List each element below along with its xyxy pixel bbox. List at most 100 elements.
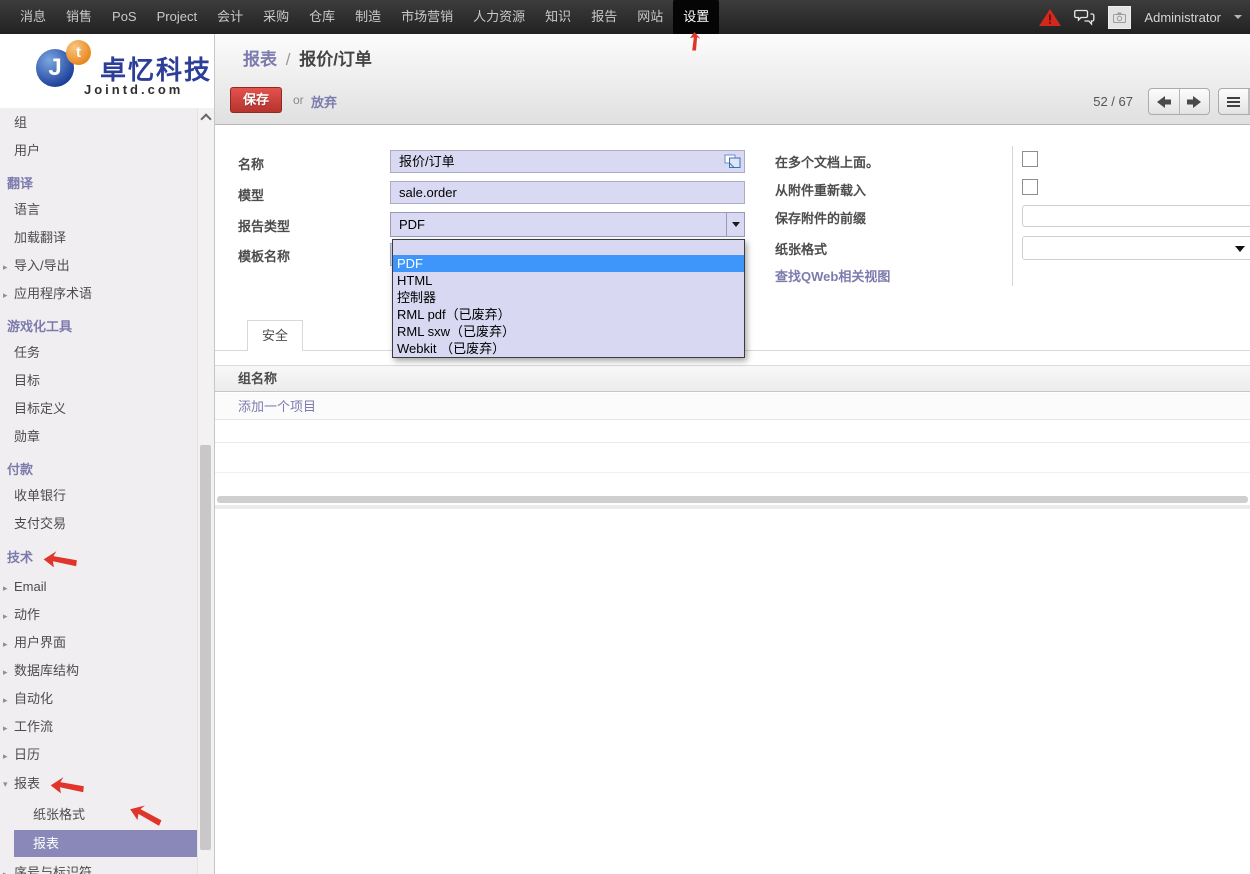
sidebar-item[interactable]: ▸日历 — [0, 740, 197, 768]
topbar-menu-item[interactable]: 制造 — [345, 0, 391, 34]
sidebar-item[interactable]: ▸导入/导出 — [0, 251, 197, 279]
paper-format-combobox[interactable] — [1022, 236, 1250, 260]
sidebar-item[interactable]: ▸ 序号与标识符 — [0, 858, 197, 874]
dropdown-option[interactable]: RML sxw（已废弃） — [393, 323, 744, 340]
left-panel: J t 卓忆科技 Jointd.com 组用户翻译语言加载翻译▸导入/导出▸应用… — [0, 34, 215, 874]
sidebar-item[interactable]: 勋章 — [0, 422, 197, 450]
breadcrumb-section-link[interactable]: 报表 — [243, 50, 277, 69]
sidebar-label: 报表 — [14, 776, 40, 791]
topbar-menu-item[interactable]: 设置 — [673, 0, 719, 34]
topbar-menu-item[interactable]: Project — [147, 0, 207, 34]
annotation-arrow — [127, 798, 166, 829]
warning-icon[interactable] — [1039, 9, 1061, 26]
topbar-menu-item[interactable]: 仓库 — [299, 0, 345, 34]
dropdown-option[interactable]: HTML — [393, 272, 744, 289]
dropdown-option[interactable]: 控制器 — [393, 289, 744, 306]
tab-security[interactable]: 安全 — [247, 320, 303, 351]
sidebar-item[interactable]: 加载翻译 — [0, 223, 197, 251]
sidebar-item[interactable]: 用户 — [0, 136, 197, 164]
topbar-menu-item[interactable]: PoS — [102, 0, 147, 34]
sidebar-subitem[interactable]: 报表 — [14, 830, 197, 857]
attachment-prefix-input[interactable] — [1022, 205, 1250, 227]
topbar-menu-item[interactable]: 消息 — [10, 0, 56, 34]
model-input[interactable]: sale.order — [390, 181, 745, 204]
report-type-label: 报告类型 — [238, 216, 290, 235]
sidebar-section-header: 技术 — [0, 537, 197, 572]
topbar-menu-item[interactable]: 人力资源 — [463, 0, 535, 34]
sidebar-item[interactable]: 收单银行 — [0, 481, 197, 509]
avatar[interactable] — [1108, 6, 1131, 29]
sidebar-item[interactable]: 支付交易 — [0, 509, 197, 537]
sidebar-item[interactable]: 组 — [0, 108, 197, 136]
sidebar-label: 组 — [14, 115, 27, 130]
or-text: or — [293, 93, 304, 107]
multi-doc-checkbox[interactable] — [1022, 151, 1038, 167]
sidebar-section-header: 付款 — [0, 450, 197, 481]
sidebar-item[interactable]: 目标 — [0, 366, 197, 394]
next-icon — [1183, 91, 1205, 113]
sidebar-label: 加载翻译 — [14, 230, 66, 245]
dropdown-option[interactable] — [393, 240, 744, 255]
sidebar-label: 游戏化工具 — [7, 319, 72, 334]
scroll-up-icon[interactable] — [200, 113, 211, 124]
sidebar-item[interactable]: ▸应用程序术语 — [0, 279, 197, 307]
sidebar-label: 目标 — [14, 373, 40, 388]
sidebar-item[interactable]: ▸自动化 — [0, 684, 197, 712]
sidebar-label: 导入/导出 — [14, 258, 70, 273]
topbar-menu-item[interactable]: 知识 — [535, 0, 581, 34]
sidebar-item[interactable]: ▸动作 — [0, 600, 197, 628]
annotation-arrow — [690, 32, 702, 51]
reload-attachment-label: 从附件重新载入 — [775, 180, 866, 199]
sidebar-scrollbar[interactable] — [197, 108, 214, 874]
chat-icon[interactable] — [1074, 9, 1095, 26]
find-qweb-views-button[interactable]: 查找QWeb相关视图 — [775, 266, 890, 285]
sidebar-item[interactable]: 语言 — [0, 195, 197, 223]
sidebar-label: 纸张格式 — [33, 807, 85, 822]
next-button[interactable] — [1180, 89, 1210, 114]
dropdown-caret-icon[interactable] — [726, 213, 744, 236]
topbar-menu-item[interactable]: 网站 — [627, 0, 673, 34]
sidebar-item[interactable]: ▸Email — [0, 572, 197, 600]
discard-button[interactable]: 放弃 — [311, 92, 337, 111]
save-button[interactable]: 保存 — [230, 87, 282, 113]
pager-nav — [1148, 88, 1210, 115]
sidebar-item[interactable]: 目标定义 — [0, 394, 197, 422]
dropdown-option[interactable]: PDF — [393, 255, 744, 272]
topbar-menu-item[interactable]: 报告 — [581, 0, 627, 34]
list-view-button[interactable] — [1219, 89, 1248, 114]
sidebar-label: 收单银行 — [14, 488, 66, 503]
sidebar-subitem[interactable]: 纸张格式 — [0, 800, 197, 829]
translate-icon[interactable] — [724, 154, 741, 175]
expand-right-icon: ▸ — [3, 581, 8, 596]
topbar-menu-item[interactable]: 采购 — [253, 0, 299, 34]
expand-right-icon: ▸ — [3, 867, 8, 874]
horizontal-scrollbar[interactable] — [217, 496, 1248, 503]
add-item-link[interactable]: 添加一个项目 — [215, 393, 1250, 420]
sidebar-scrollbar-thumb[interactable] — [200, 445, 211, 850]
sidebar-item[interactable]: 任务 — [0, 338, 197, 366]
topbar-menu-item[interactable]: 会计 — [207, 0, 253, 34]
topbar-menu-item[interactable]: 销售 — [56, 0, 102, 34]
prev-button[interactable] — [1149, 89, 1180, 114]
sidebar-item[interactable]: ▾报表 — [0, 768, 197, 800]
sidebar-label: 翻译 — [7, 176, 33, 191]
expand-right-icon: ▸ — [3, 637, 8, 652]
dropdown-option[interactable]: RML pdf（已废弃） — [393, 306, 744, 323]
reload-attachment-checkbox[interactable] — [1022, 179, 1038, 195]
sidebar-label: 用户 — [14, 143, 40, 158]
topbar-menu-item[interactable]: 市场营销 — [391, 0, 463, 34]
sidebar-item[interactable]: ▸用户界面 — [0, 628, 197, 656]
report-type-select[interactable]: PDF — [390, 212, 745, 237]
pager-position: 52 / 67 — [1073, 94, 1133, 109]
list-view-icon — [1227, 95, 1240, 109]
dropdown-option[interactable]: Webkit （已废弃） — [393, 340, 744, 357]
name-input[interactable]: 报价/订单 — [390, 150, 745, 173]
table-empty-row — [215, 473, 1250, 495]
name-label: 名称 — [238, 154, 264, 173]
paper-format-label: 纸张格式 — [775, 239, 827, 258]
sidebar-item[interactable]: ▸数据库结构 — [0, 656, 197, 684]
sidebar-label: 序号与标识符 — [14, 865, 92, 874]
sidebar-item[interactable]: ▸工作流 — [0, 712, 197, 740]
user-menu[interactable]: Administrator — [1144, 10, 1221, 25]
company-logo[interactable]: J t 卓忆科技 Jointd.com — [0, 34, 214, 108]
